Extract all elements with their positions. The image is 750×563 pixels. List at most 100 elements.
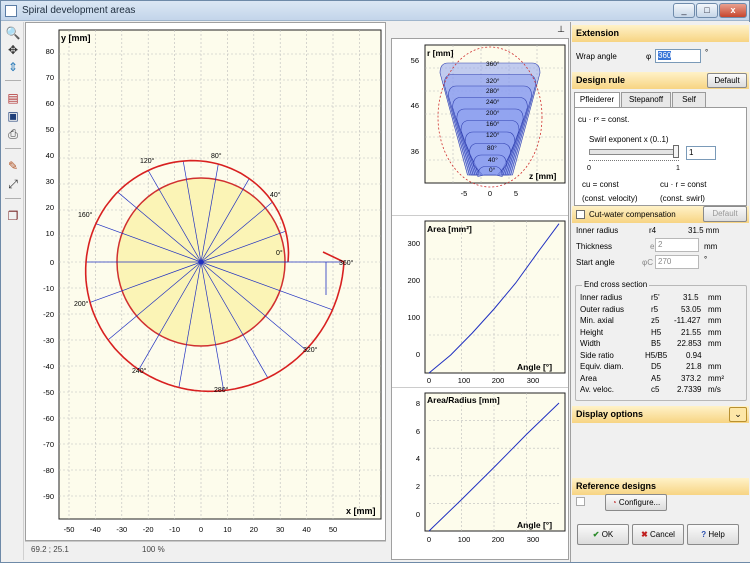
area-x-tick: 200 — [492, 376, 505, 385]
ar-x-tick: 300 — [527, 535, 540, 544]
export-icon[interactable]: ▤ — [5, 90, 21, 106]
wrap-angle-value: 360 — [658, 51, 672, 60]
end-cross-section-group: End cross section Inner radius r5' 31.5 mm … — [575, 280, 747, 401]
y-tick: -10 — [43, 284, 54, 293]
cancel-button[interactable]: ✖ Cancel — [632, 524, 684, 545]
ar-x-tick: 0 — [427, 535, 431, 544]
cutwater-label: Cut-water compensation — [589, 210, 676, 219]
swirl-exponent-input[interactable]: 1 — [686, 146, 716, 160]
swirl-slider-track[interactable] — [589, 149, 677, 155]
end-section-row: Height H5 21.55 mm — [580, 327, 722, 337]
end-section-row: Outer radius r5 53.05 mm — [580, 304, 722, 314]
area-y-tick: 0 — [416, 350, 420, 359]
copy-icon[interactable]: ❐ — [5, 208, 21, 224]
wrap-angle-label: Wrap angle — [576, 52, 617, 61]
close-button[interactable]: x — [719, 3, 747, 18]
wrap-angle-input[interactable]: 360 — [655, 49, 701, 63]
ar-y-label: Area/Radius [mm] — [427, 395, 500, 405]
cs-x-label: z [mm] — [529, 171, 557, 181]
x-tick: -30 — [116, 525, 127, 534]
cs-section-label: 320° — [486, 77, 500, 85]
end-section-row: Side ratio H5/B5 0.94 — [580, 350, 702, 360]
area-radius-chart[interactable]: Area/Radius [mm] Angle [°] 0 100 200 300… — [392, 389, 568, 561]
check-icon: ✔ — [592, 530, 602, 539]
ar-y-tick: 0 — [416, 510, 420, 519]
y-tick: 40 — [46, 151, 54, 160]
pan-icon[interactable]: ✥ — [5, 42, 21, 58]
configure-button[interactable]: ◔ Configure... — [605, 494, 667, 511]
angle-label: 120° — [140, 157, 155, 165]
thickness-input[interactable]: 2 — [655, 238, 699, 252]
y-tick: 0 — [50, 258, 54, 267]
x-tick: 40 — [302, 525, 310, 534]
thickness-symbol: e — [650, 242, 655, 251]
toolbar-separator — [5, 80, 21, 81]
title-bar: Spiral development areas _ □ x — [1, 1, 749, 21]
charts-header: ⊥ — [391, 22, 569, 38]
area-chart[interactable]: Area [mm²] Angle [°] 0 100 200 300 0 100… — [392, 217, 568, 387]
y-tick: 30 — [46, 177, 54, 186]
cs-x-tick: 0 — [488, 189, 492, 198]
cs-y-tick: 36 — [411, 147, 419, 156]
tab-pfleiderer[interactable]: Pfleiderer — [574, 92, 620, 108]
angle-label: 200° — [74, 300, 89, 308]
end-section-row: Min. axial z5 -11.427 mm — [580, 316, 722, 325]
x-tick: -10 — [169, 525, 180, 534]
save-icon[interactable]: ▣ — [5, 108, 21, 124]
ok-button[interactable]: ✔ OK — [577, 524, 629, 545]
x-tick: 20 — [250, 525, 258, 534]
start-angle-input[interactable]: 270 — [655, 255, 699, 269]
cross-section-chart[interactable]: r [mm] z [mm] -5 0 5 56 46 36 360° 320° … — [392, 39, 568, 215]
ar-x-tick: 100 — [458, 535, 471, 544]
reference-designs-header: Reference designs — [572, 478, 749, 495]
minimize-button[interactable]: _ — [673, 3, 695, 18]
end-section-row: Area A5 373.2 mm² — [580, 373, 724, 383]
const-velocity-note: (const. velocity) — [582, 194, 638, 203]
cs-y-label: r [mm] — [427, 48, 454, 58]
y-tick: -50 — [43, 388, 54, 397]
end-section-row: Inner radius r5' 31.5 mm — [580, 293, 722, 302]
fit-icon[interactable]: ⇕ — [5, 59, 21, 75]
pin-icon[interactable]: ⊥ — [557, 24, 565, 35]
start-angle-symbol: φC — [642, 258, 653, 267]
window-title: Spiral development areas — [22, 5, 136, 16]
y-tick: -80 — [43, 466, 54, 475]
swirl-exponent-label: Swirl exponent x (0..1) — [589, 135, 669, 144]
status-coords: 69.2 ; 25.1 — [31, 545, 69, 554]
design-rule-default-button[interactable]: Default — [707, 73, 747, 88]
cutwater-default-button[interactable]: Default — [703, 206, 747, 222]
area-y-label: Area [mm²] — [427, 224, 472, 234]
main-window: Spiral development areas _ □ x 🔍 ✥ ⇕ ▤ ▣… — [0, 0, 750, 563]
tab-self[interactable]: Self — [672, 92, 706, 107]
print-icon[interactable]: ⎙ — [5, 126, 21, 142]
spiral-plot[interactable]: y [mm] x [mm] -50 -40 -30 -20 -10 0 10 2… — [26, 23, 385, 540]
toolbar-separator — [5, 198, 21, 199]
angle-label: 280° — [214, 386, 229, 394]
y-tick: -60 — [43, 414, 54, 423]
spiral-plot-panel[interactable]: y [mm] x [mm] -50 -40 -30 -20 -10 0 10 2… — [25, 22, 386, 541]
cs-section-label: 40° — [488, 156, 498, 164]
chevron-down-icon[interactable]: ⌄ — [729, 407, 747, 422]
zoom-in-icon[interactable]: 🔍 — [5, 25, 21, 41]
display-options-header[interactable]: Display options — [572, 406, 749, 423]
y-tick: -40 — [43, 362, 54, 371]
angle-label: 0° — [276, 249, 283, 257]
inner-radius-label: Inner radius — [576, 226, 619, 235]
angle-label: 40° — [270, 191, 281, 199]
inner-radius-symbol: r4 — [649, 226, 657, 235]
app-icon — [5, 5, 17, 17]
cancel-x-icon: ✖ — [641, 530, 651, 539]
cutwater-checkbox[interactable] — [576, 210, 585, 219]
reference-checkbox[interactable] — [576, 497, 585, 506]
extension-header: Extension — [572, 25, 749, 42]
maximize-button[interactable]: □ — [696, 3, 718, 18]
help-button[interactable]: ? Help — [687, 524, 739, 545]
tab-stepanoff[interactable]: Stepanoff — [621, 92, 671, 107]
measure-icon[interactable]: ✎ — [5, 158, 21, 174]
cs-section-label: 240° — [486, 98, 500, 106]
end-section-row: Equiv. diam. D5 21.8 mm — [580, 362, 722, 371]
wrap-angle-unit: ° — [705, 48, 709, 57]
resize-icon[interactable]: ⤢ — [5, 176, 21, 192]
swirl-slider-thumb[interactable] — [673, 145, 679, 158]
angle-label: 240° — [132, 367, 147, 375]
